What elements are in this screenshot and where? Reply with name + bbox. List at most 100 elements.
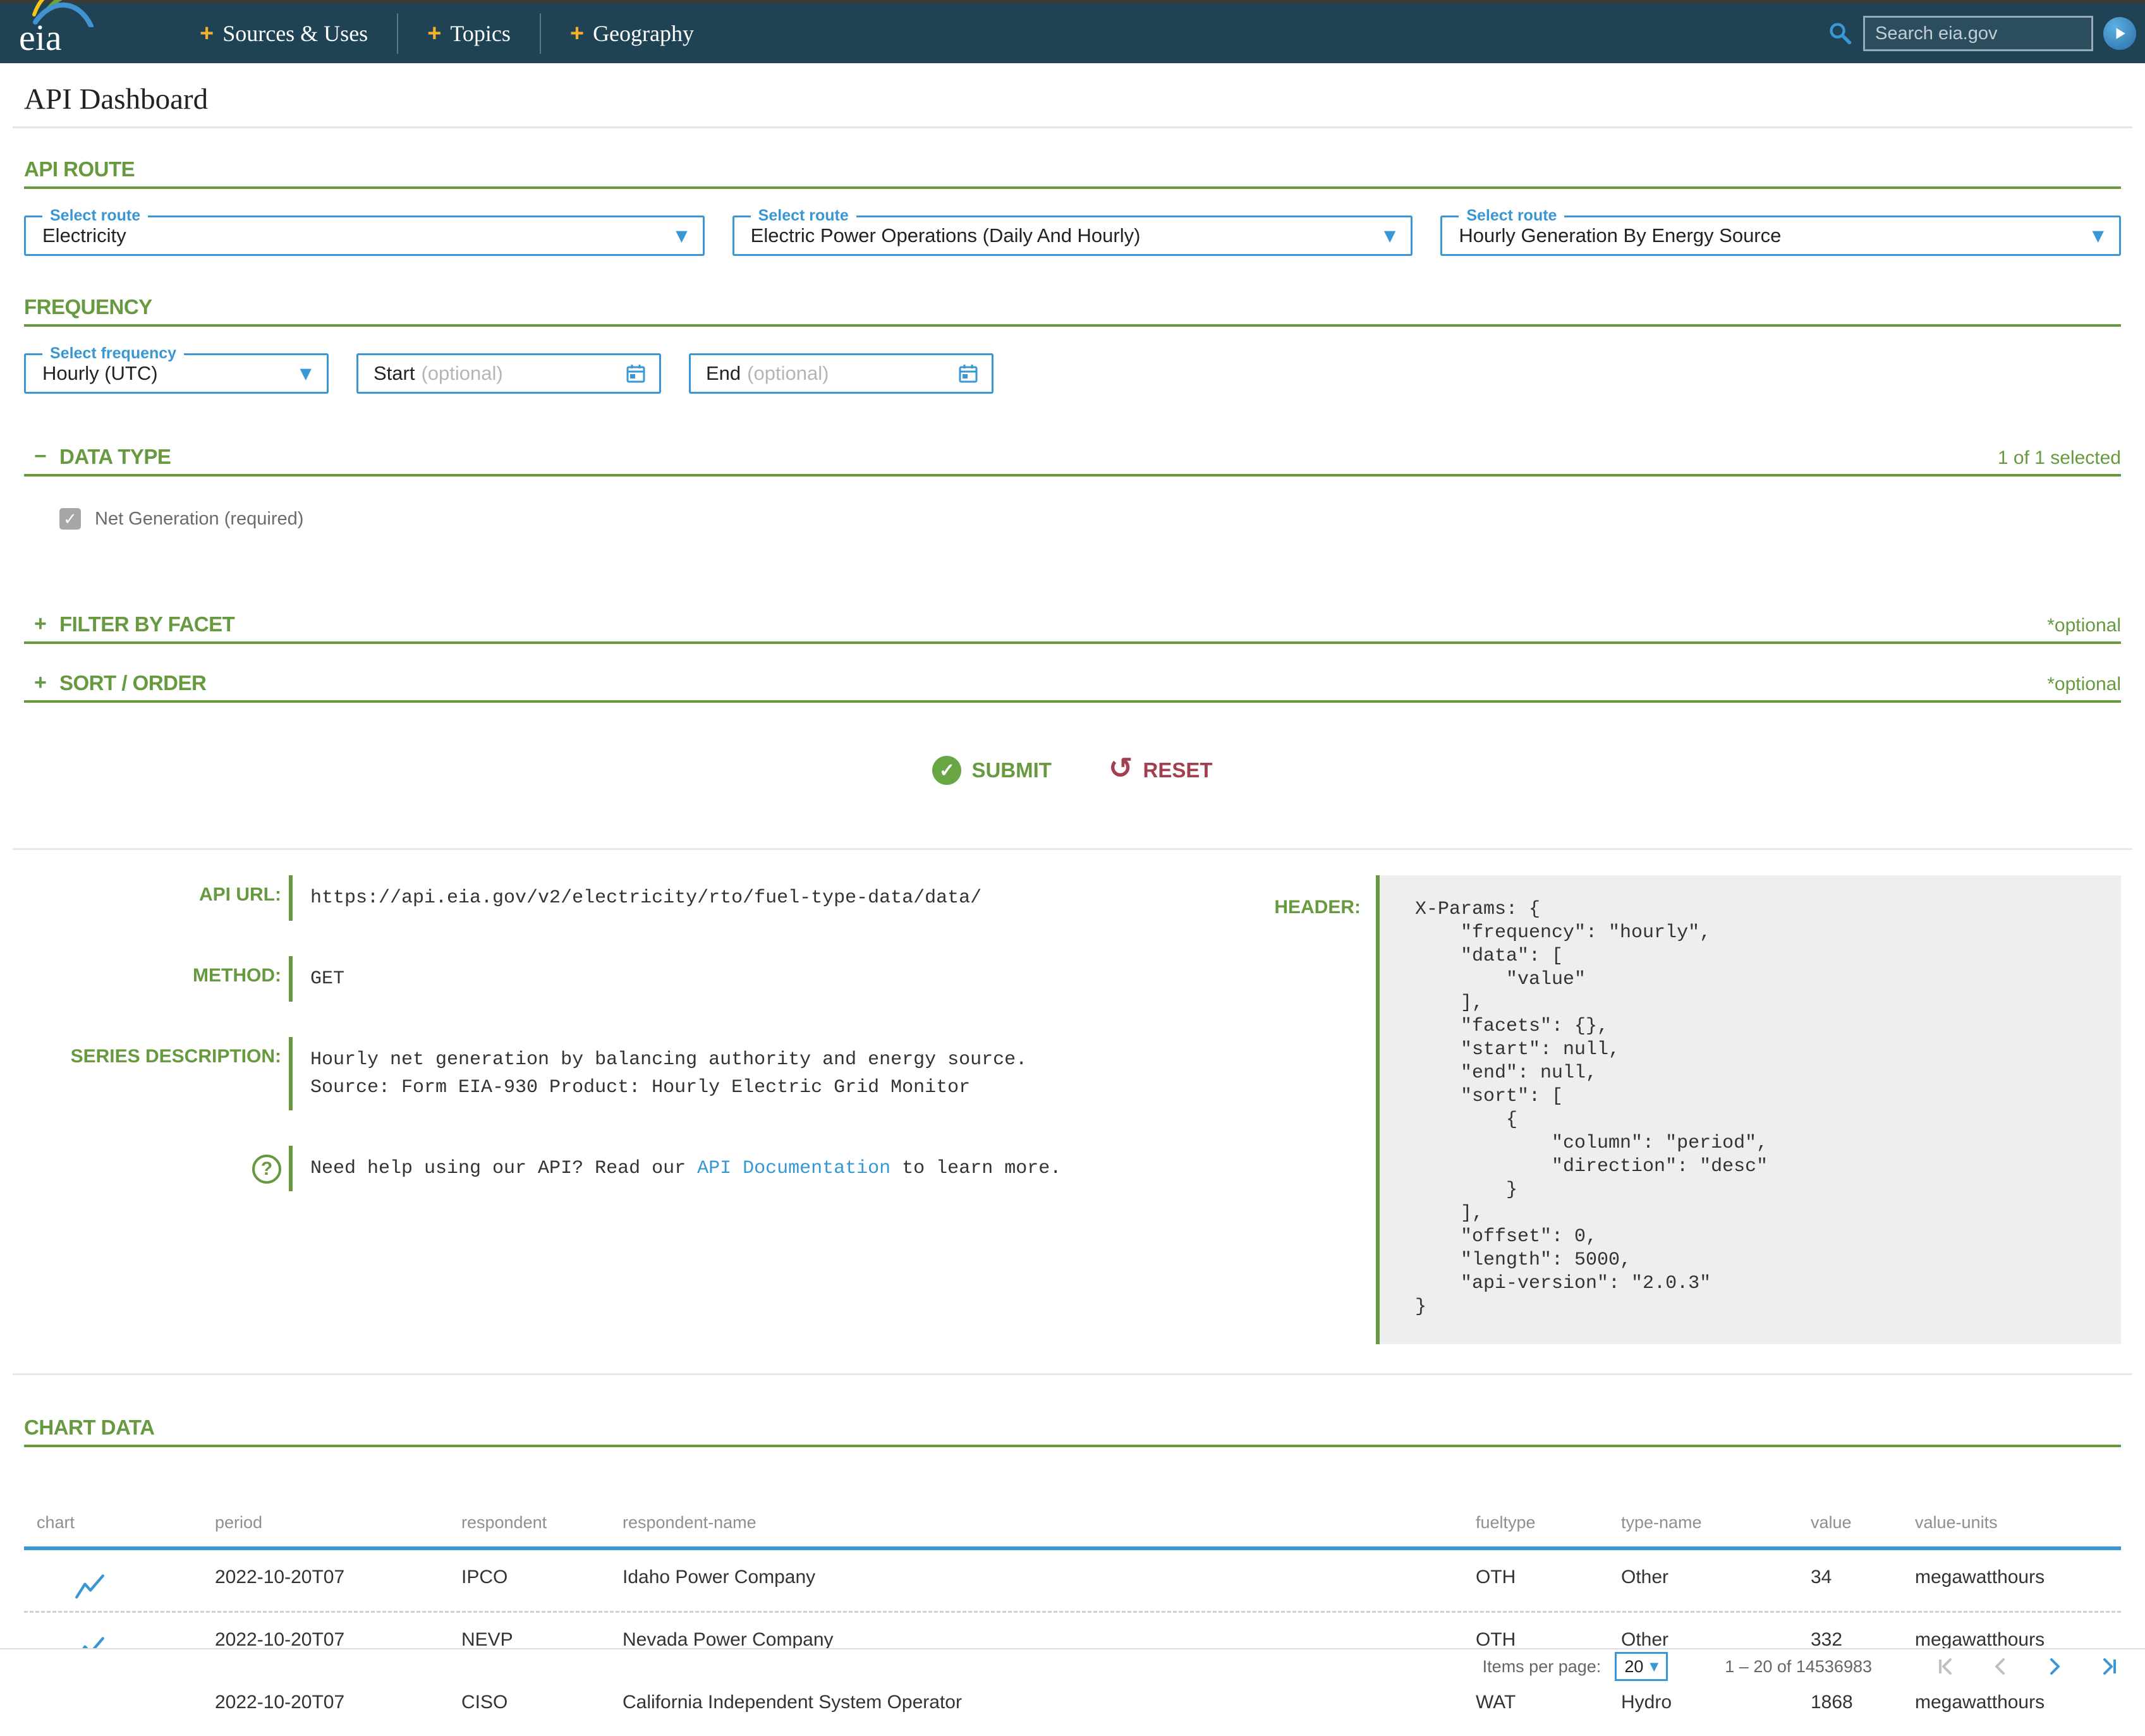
help-prefix: Need help using our API? Read our — [310, 1158, 697, 1179]
search-input[interactable] — [1863, 16, 2093, 51]
col-header-type-name[interactable]: type-name — [1608, 1513, 1798, 1550]
line-chart-icon[interactable] — [75, 1573, 105, 1601]
col-header-period[interactable]: period — [202, 1513, 449, 1550]
table-row: 2022-10-20T07 IPCO Idaho Power Company O… — [24, 1550, 2121, 1611]
route-select-3-value: Hourly Generation By Energy Source — [1442, 224, 1781, 247]
route-select-2[interactable]: Select route Electric Power Operations (… — [732, 215, 1413, 256]
data-type-heading: DATA TYPE — [59, 445, 171, 469]
col-header-respondent-name[interactable]: respondent-name — [610, 1513, 1463, 1550]
nav-menu: + Sources & Uses + Topics + Geography — [171, 4, 723, 63]
filter-facet-optional-note: *optional — [2047, 615, 2121, 636]
collapse-minus-icon[interactable]: − — [34, 444, 59, 469]
plus-icon: + — [570, 21, 584, 46]
nav-item-label: Geography — [593, 20, 694, 47]
cell-value: 1868 — [1798, 1675, 1902, 1736]
eia-logo[interactable]: eia — [19, 11, 101, 56]
nav-search — [1828, 4, 2136, 63]
section-divider — [13, 1373, 2132, 1375]
pager-buttons — [1935, 1656, 2120, 1677]
cell-fueltype: WAT — [1463, 1675, 1608, 1736]
question-circle-icon: ? — [252, 1155, 281, 1184]
sort-order-heading: SORT / ORDER — [59, 671, 206, 695]
chevron-down-icon: ▼ — [300, 365, 327, 382]
filter-facet-heading: FILTER BY FACET — [59, 612, 234, 636]
reset-button[interactable]: ↺ RESET — [1109, 756, 1213, 785]
nav-item-geography[interactable]: + Geography — [540, 13, 723, 54]
last-page-icon — [2098, 1656, 2120, 1677]
cell-type-name: Hydro — [1608, 1675, 1798, 1736]
end-date-placeholder: (optional) — [747, 362, 829, 385]
cell-respondent-name: California Independent System Operator — [610, 1675, 1463, 1736]
expand-plus-icon[interactable]: + — [34, 671, 59, 695]
end-date-label: End — [691, 362, 741, 385]
checked-checkbox[interactable]: ✓ — [59, 508, 81, 530]
col-header-value[interactable]: value — [1798, 1513, 1902, 1550]
next-page-button[interactable] — [2044, 1656, 2065, 1677]
end-date-field[interactable]: End (optional) — [689, 353, 994, 394]
calendar-icon[interactable] — [957, 363, 992, 384]
frequency-select-label: Select frequency — [42, 344, 184, 363]
form-actions: ✓ SUBMIT ↺ RESET — [24, 756, 2121, 785]
col-header-chart[interactable]: chart — [24, 1513, 202, 1550]
method-label: METHOD: — [24, 956, 281, 1002]
expand-plus-icon[interactable]: + — [34, 612, 59, 636]
last-page-button[interactable] — [2098, 1656, 2120, 1677]
nav-item-topics[interactable]: + Topics — [397, 13, 540, 54]
start-date-field[interactable]: Start (optional) — [356, 353, 661, 394]
frequency-select[interactable]: Select frequency Hourly (UTC) ▼ — [24, 353, 329, 394]
chart-data-section: CHART DATA chart period respondent respo… — [24, 1416, 2121, 1736]
cell-respondent: IPCO — [449, 1550, 610, 1611]
header-code-box: X-Params: { "frequency": "hourly", "data… — [1376, 875, 2121, 1344]
chevron-down-icon: ▼ — [676, 227, 702, 245]
plus-icon: + — [200, 21, 214, 46]
cell-period: 2022-10-20T07 — [202, 1550, 449, 1611]
route-select-2-label: Select route — [751, 207, 856, 225]
start-date-label: Start — [358, 362, 415, 385]
help-row: ? Need help using our API? Read our API … — [24, 1146, 1234, 1191]
submit-button[interactable]: ✓ SUBMIT — [932, 756, 1052, 785]
route-select-3[interactable]: Select route Hourly Generation By Energy… — [1440, 215, 2121, 256]
plus-icon: + — [427, 21, 441, 46]
request-info: API URL: https://api.eia.gov/v2/electric… — [24, 875, 2121, 1344]
eia-logo-arcs — [30, 0, 106, 27]
items-per-page-select[interactable]: 20 ▼ — [1615, 1652, 1668, 1681]
calendar-icon[interactable] — [625, 363, 659, 384]
search-submit-button[interactable] — [2103, 17, 2136, 50]
first-page-button[interactable] — [1935, 1656, 1957, 1677]
route-select-1-label: Select route — [42, 207, 148, 225]
series-description-label: SERIES DESCRIPTION: — [24, 1037, 281, 1110]
cell-respondent: CISO — [449, 1675, 610, 1736]
previous-page-button[interactable] — [1990, 1656, 2011, 1677]
nav-item-label: Sources & Uses — [222, 20, 368, 47]
title-divider — [13, 126, 2132, 128]
arrow-right-icon — [2113, 27, 2127, 40]
route-select-1[interactable]: Select route Electricity ▼ — [24, 215, 705, 256]
chevron-down-icon: ▼ — [1384, 227, 1411, 245]
cell-value-units: megawatthours — [1902, 1550, 2121, 1611]
checkbox-label: Net Generation (required) — [95, 509, 303, 530]
col-header-value-units[interactable]: value-units — [1902, 1513, 2121, 1550]
route-select-1-value: Electricity — [26, 224, 126, 247]
api-url-row: API URL: https://api.eia.gov/v2/electric… — [24, 875, 1234, 921]
first-page-icon — [1935, 1656, 1957, 1677]
reset-label: RESET — [1143, 758, 1213, 782]
table-row: 2022-10-20T07 CISO California Independen… — [24, 1675, 2121, 1736]
check-circle-icon: ✓ — [932, 756, 961, 785]
nav-item-label: Topics — [450, 20, 510, 47]
series-description-row: SERIES DESCRIPTION: Hourly net generatio… — [24, 1037, 1234, 1110]
data-type-section: − DATA TYPE 1 of 1 selected ✓ Net Genera… — [24, 444, 2121, 530]
api-route-section: API ROUTE Select route Electricity ▼ Sel… — [24, 157, 2121, 256]
api-documentation-link[interactable]: API Documentation — [697, 1158, 890, 1179]
chevron-left-icon — [1990, 1656, 2011, 1677]
nav-item-sources-uses[interactable]: + Sources & Uses — [171, 13, 397, 54]
api-route-heading: API ROUTE — [24, 157, 135, 181]
cell-type-name: Other — [1608, 1550, 1798, 1611]
col-header-fueltype[interactable]: fueltype — [1463, 1513, 1608, 1550]
cell-fueltype: OTH — [1463, 1550, 1608, 1611]
method-row: METHOD: GET — [24, 956, 1234, 1002]
frequency-select-value: Hourly (UTC) — [26, 362, 158, 385]
col-header-respondent[interactable]: respondent — [449, 1513, 610, 1550]
top-nav: eia + Sources & Uses + Topics + Geograph… — [0, 4, 2145, 63]
start-date-placeholder: (optional) — [421, 362, 502, 385]
cell-respondent-name: Idaho Power Company — [610, 1550, 1463, 1611]
